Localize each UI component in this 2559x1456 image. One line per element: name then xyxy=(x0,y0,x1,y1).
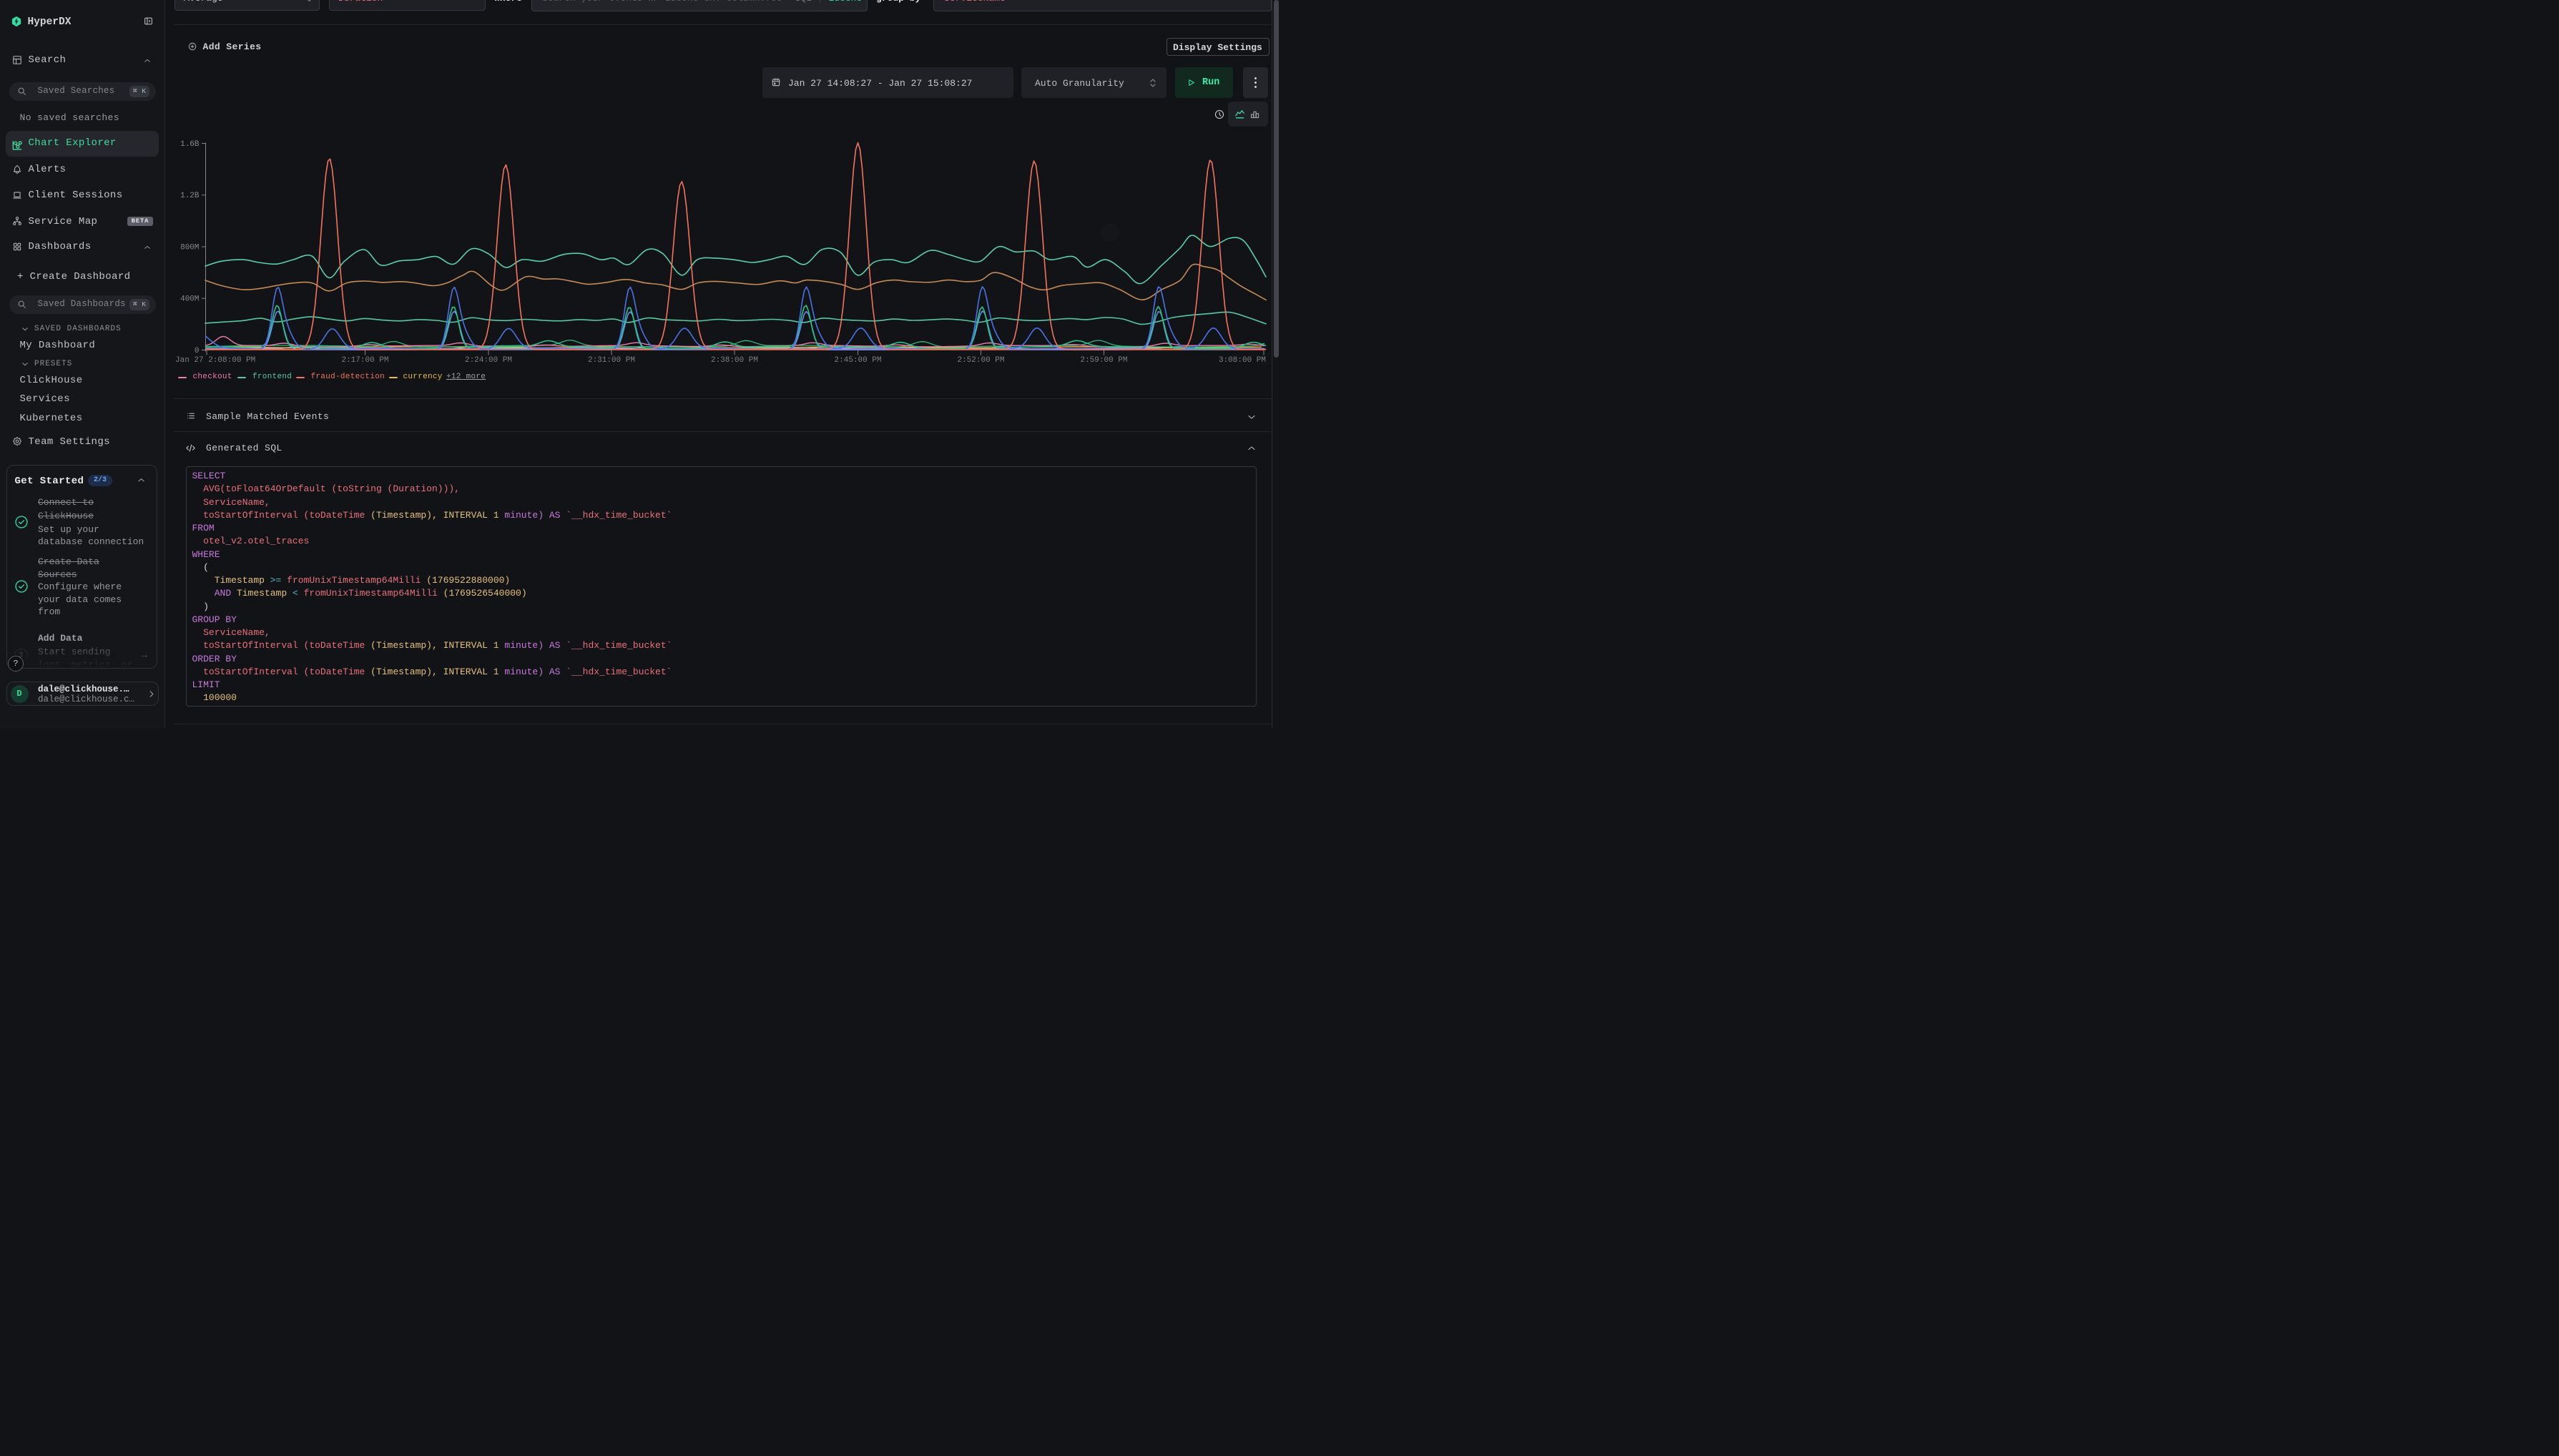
svg-text:800M: 800M xyxy=(180,243,199,252)
svg-text:Jan 27 2:08:00 PM: Jan 27 2:08:00 PM xyxy=(175,356,255,365)
svg-text:400M: 400M xyxy=(180,295,199,304)
svg-text:2:45:00 PM: 2:45:00 PM xyxy=(834,356,881,365)
svg-text:2:52:00 PM: 2:52:00 PM xyxy=(957,356,1004,365)
svg-text:2:38:00 PM: 2:38:00 PM xyxy=(711,356,758,365)
svg-text:0: 0 xyxy=(195,347,200,355)
svg-text:1.6B: 1.6B xyxy=(180,140,200,149)
svg-text:2:31:00 PM: 2:31:00 PM xyxy=(588,356,635,365)
svg-text:3:08:00 PM: 3:08:00 PM xyxy=(1219,356,1266,365)
svg-text:2:17:00 PM: 2:17:00 PM xyxy=(341,356,388,365)
svg-text:2:59:00 PM: 2:59:00 PM xyxy=(1080,356,1127,365)
svg-text:1.2B: 1.2B xyxy=(180,192,200,200)
svg-text:2:24:00 PM: 2:24:00 PM xyxy=(465,356,512,365)
